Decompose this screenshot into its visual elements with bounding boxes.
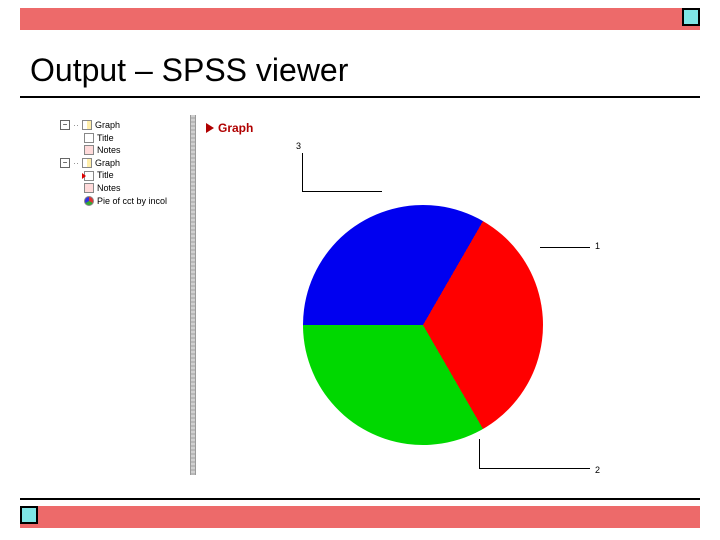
leader-line — [480, 468, 590, 469]
slice-label-3: 3 — [296, 141, 301, 151]
pie-chart[interactable]: 3 1 2 — [206, 141, 600, 475]
tree-connector-icon: ·· — [73, 119, 79, 132]
arrow-right-icon — [206, 123, 214, 133]
outline-item-graph-2[interactable]: − ·· Graph — [60, 157, 190, 170]
slide-title: Output – SPSS viewer — [30, 52, 348, 89]
outline-item-graph-1[interactable]: − ·· Graph — [60, 119, 190, 132]
decor-bar-bottom — [20, 506, 700, 528]
spss-viewer: − ·· Graph Title Notes − ·· Graph T — [60, 115, 610, 475]
title-active-icon — [84, 171, 94, 181]
outline-label: Notes — [97, 144, 121, 157]
graph-icon — [82, 158, 92, 168]
title-underline — [20, 96, 700, 98]
expand-toggle[interactable]: − — [60, 120, 70, 130]
outline-label: Title — [97, 169, 114, 182]
pie-slices — [259, 161, 587, 489]
outline-pane[interactable]: − ·· Graph Title Notes − ·· Graph T — [60, 115, 190, 475]
slice-label-2: 2 — [595, 465, 600, 475]
leader-line — [302, 191, 382, 192]
leader-line — [302, 153, 303, 191]
title-icon — [84, 133, 94, 143]
outline-item-notes-2[interactable]: Notes — [60, 182, 190, 195]
pie-graphic — [303, 205, 543, 445]
outline-item-title-2[interactable]: Title — [60, 169, 190, 182]
slide: Output – SPSS viewer − ·· Graph Title No… — [0, 0, 720, 540]
pie-icon — [84, 196, 94, 206]
graph-icon — [82, 120, 92, 130]
leader-line — [540, 247, 590, 248]
output-heading: Graph — [206, 121, 600, 135]
outline-item-pie[interactable]: Pie of cct by incol — [60, 195, 190, 208]
tree-connector-icon: ·· — [73, 157, 79, 170]
outline-item-title-1[interactable]: Title — [60, 132, 190, 145]
footer-underline — [20, 498, 700, 500]
notes-icon — [84, 145, 94, 155]
output-pane[interactable]: Graph 3 1 2 — [196, 115, 610, 475]
notes-icon — [84, 183, 94, 193]
outline-item-notes-1[interactable]: Notes — [60, 144, 190, 157]
output-heading-text: Graph — [218, 121, 253, 135]
outline-label: Pie of cct by incol — [97, 195, 167, 208]
outline-label: Notes — [97, 182, 121, 195]
expand-toggle[interactable]: − — [60, 158, 70, 168]
outline-label: Title — [97, 132, 114, 145]
decor-bar-top — [20, 8, 700, 30]
outline-label: Graph — [95, 119, 120, 132]
outline-label: Graph — [95, 157, 120, 170]
slice-label-1: 1 — [595, 241, 600, 251]
